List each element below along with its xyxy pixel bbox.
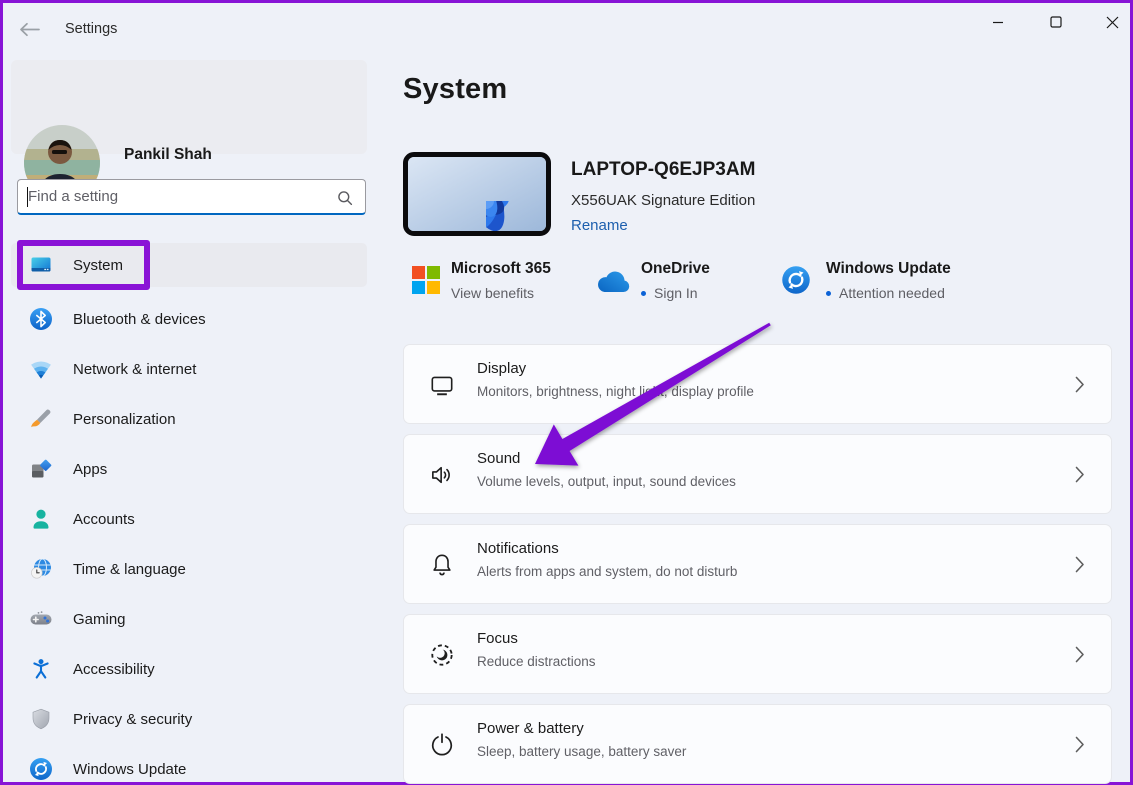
close-button[interactable]	[1089, 7, 1133, 37]
display-icon	[428, 371, 456, 399]
onedrive-icon	[595, 270, 633, 295]
sidebar-item-label: Accounts	[73, 511, 135, 528]
back-button[interactable]	[19, 22, 41, 37]
quick-title: Windows Update	[826, 260, 1026, 278]
window-title: Settings	[65, 21, 117, 37]
back-arrow-icon	[19, 22, 41, 37]
row-title: Focus	[477, 630, 518, 647]
chevron-right-icon	[1075, 556, 1085, 573]
chevron-right-icon	[1075, 736, 1085, 753]
titlebar: Settings	[3, 3, 1130, 55]
minimize-button[interactable]	[975, 7, 1021, 37]
status-bullet	[826, 291, 831, 296]
sidebar-item-label: System	[73, 257, 123, 274]
sidebar-item-label: Personalization	[73, 411, 176, 428]
page-title: System	[403, 73, 507, 106]
sidebar-item-system[interactable]: System	[11, 243, 367, 287]
sidebar-item-label: Windows Update	[73, 761, 186, 778]
maximize-icon	[1050, 16, 1062, 28]
microsoft-365-icon	[411, 265, 441, 295]
sidebar-item-label: Privacy & security	[73, 711, 192, 728]
sidebar-item-accessibility[interactable]: Accessibility	[11, 647, 367, 691]
quick-title: OneDrive	[641, 260, 781, 278]
sidebar-item-windows-update[interactable]: Windows Update	[11, 747, 367, 785]
row-title: Power & battery	[477, 720, 584, 737]
windows-update-icon	[781, 265, 811, 295]
notifications-icon	[428, 551, 456, 579]
sidebar-item-label: Bluetooth & devices	[73, 311, 206, 328]
user-profile-card[interactable]: Pankil Shah	[11, 60, 367, 154]
sidebar-item-label: Apps	[73, 461, 107, 478]
settings-window: Settings Pankil Shah	[0, 0, 1133, 785]
row-subtitle: Alerts from apps and system, do not dist…	[477, 564, 737, 579]
chevron-right-icon	[1075, 466, 1085, 483]
row-subtitle: Volume levels, output, input, sound devi…	[477, 474, 736, 489]
search-input[interactable]	[28, 180, 328, 212]
device-model: X556UAK Signature Edition	[571, 192, 755, 209]
settings-row-notifications[interactable]: Notifications Alerts from apps and syste…	[403, 524, 1112, 604]
settings-row-sound[interactable]: Sound Volume levels, output, input, soun…	[403, 434, 1112, 514]
close-icon	[1106, 16, 1119, 29]
status-bullet	[641, 291, 646, 296]
device-name: LAPTOP-Q6EJP3AM	[571, 159, 755, 181]
sidebar-item-apps[interactable]: Apps	[11, 447, 367, 491]
chevron-right-icon	[1075, 646, 1085, 663]
accessibility-icon	[29, 657, 53, 681]
row-subtitle: Sleep, battery usage, battery saver	[477, 744, 686, 759]
quick-status-text[interactable]: View benefits	[451, 285, 534, 301]
gaming-icon	[29, 607, 53, 631]
quick-status-text[interactable]: Sign In	[654, 285, 698, 301]
personalization-icon	[29, 407, 53, 431]
sidebar-item-network-internet[interactable]: Network & internet	[11, 347, 367, 391]
sidebar-item-label: Network & internet	[73, 361, 196, 378]
chevron-right-icon	[1075, 376, 1085, 393]
accounts-icon	[29, 507, 53, 531]
apps-icon	[29, 457, 53, 481]
sidebar-item-label: Time & language	[73, 561, 186, 578]
settings-row-display[interactable]: Display Monitors, brightness, night ligh…	[403, 344, 1112, 424]
sidebar-item-personalization[interactable]: Personalization	[11, 397, 367, 441]
windows-update-icon	[29, 757, 53, 781]
system-icon	[29, 253, 53, 277]
search-icon	[337, 190, 353, 206]
focus-icon	[428, 641, 456, 669]
row-title: Sound	[477, 450, 520, 467]
sidebar-item-label: Accessibility	[73, 661, 155, 678]
rename-link[interactable]: Rename	[571, 217, 628, 234]
network-icon	[29, 357, 53, 381]
time-language-icon	[29, 557, 53, 581]
bluetooth-icon	[29, 307, 53, 331]
minimize-icon	[992, 16, 1004, 28]
row-title: Notifications	[477, 540, 559, 557]
sidebar-item-time-language[interactable]: Time & language	[11, 547, 367, 591]
user-name: Pankil Shah	[124, 146, 212, 164]
sidebar-item-gaming[interactable]: Gaming	[11, 597, 367, 641]
sidebar-item-bluetooth-devices[interactable]: Bluetooth & devices	[11, 297, 367, 341]
row-subtitle: Reduce distractions	[477, 654, 596, 669]
sound-icon	[428, 461, 456, 489]
quick-status-text[interactable]: Attention needed	[839, 285, 945, 301]
privacy-security-icon	[29, 707, 53, 731]
row-subtitle: Monitors, brightness, night light, displ…	[477, 384, 754, 399]
settings-row-power-battery[interactable]: Power & battery Sleep, battery usage, ba…	[403, 704, 1112, 784]
row-title: Display	[477, 360, 526, 377]
search-box[interactable]	[17, 179, 366, 215]
device-thumbnail	[403, 152, 551, 236]
sidebar-item-accounts[interactable]: Accounts	[11, 497, 367, 541]
sidebar-item-label: Gaming	[73, 611, 126, 628]
maximize-button[interactable]	[1033, 7, 1079, 37]
power-icon	[428, 731, 456, 759]
sidebar-item-privacy-security[interactable]: Privacy & security	[11, 697, 367, 741]
settings-row-focus[interactable]: Focus Reduce distractions	[403, 614, 1112, 694]
